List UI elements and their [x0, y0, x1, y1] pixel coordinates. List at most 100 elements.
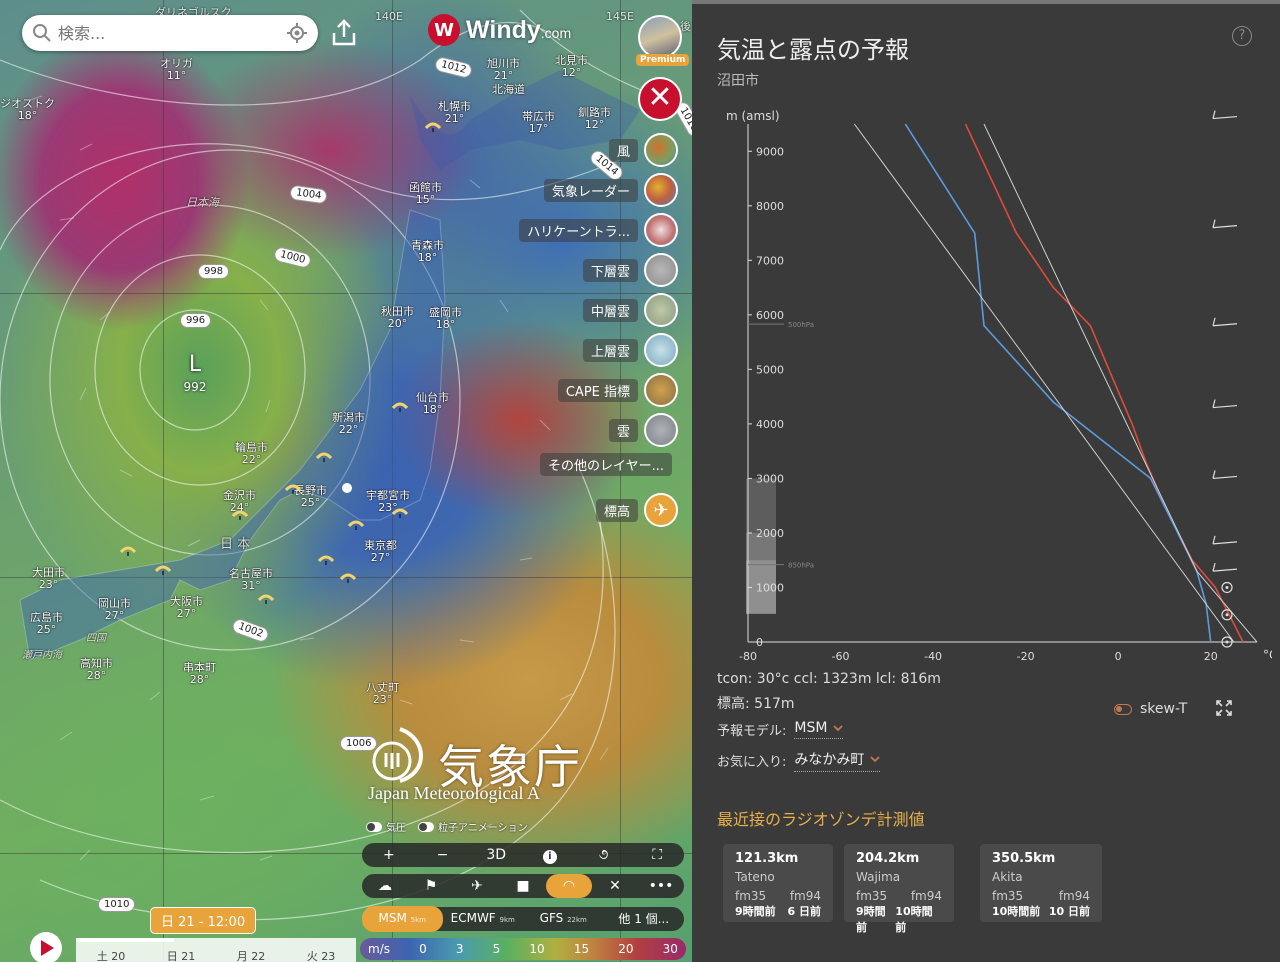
city-label[interactable]: 名古屋市 31° — [229, 568, 273, 592]
city-label[interactable]: 岡山市 27° — [98, 598, 131, 622]
timeline-day[interactable]: 火 23 — [286, 948, 356, 962]
layer-clouds[interactable]: 雲 — [608, 412, 678, 448]
paragliding-button[interactable]: ◠ — [546, 874, 592, 898]
search-input[interactable] — [58, 23, 286, 43]
timeline-day[interactable]: 日 21 — [146, 948, 216, 962]
radiosonde-card[interactable]: 350.5km Akita fm35 fm94 10時間前 10 日前 — [980, 844, 1102, 922]
pressure-toggle[interactable]: 気圧 — [366, 819, 406, 834]
city-label[interactable]: 盛岡市 18° — [429, 307, 462, 331]
layer-high-clouds[interactable]: 上層雲 — [582, 332, 678, 368]
layer-wind[interactable]: 風 — [608, 132, 678, 168]
city-label[interactable]: 大阪市 27° — [170, 596, 203, 620]
city-label[interactable]: 高知市 28° — [80, 658, 113, 682]
city-label[interactable]: 旭川市 21° — [487, 58, 520, 82]
hurricane-button[interactable]: ૭ — [577, 843, 631, 867]
more-button[interactable]: ••• — [638, 874, 684, 898]
paragliding-spot-icon[interactable] — [392, 508, 408, 518]
premium-badge: Premium — [636, 54, 690, 66]
paragliding-spot-icon[interactable] — [120, 546, 136, 556]
timeline-day[interactable]: 土 20 — [76, 948, 146, 962]
info-button[interactable]: i — [523, 843, 577, 867]
paragliding-spot-icon[interactable] — [340, 573, 356, 583]
skewt-toggle[interactable]: skew-T — [1114, 701, 1187, 717]
zoom-in-button[interactable]: + — [362, 843, 416, 867]
airport-button[interactable]: ✈ — [454, 874, 500, 898]
city-label[interactable]: ジオストク 18° — [0, 98, 55, 122]
model-msm[interactable]: MSM 5km — [362, 906, 443, 932]
region-label: 北海道 — [492, 83, 525, 96]
city-label[interactable]: 新潟市 22° — [332, 412, 365, 436]
selected-location-marker[interactable] — [342, 483, 352, 493]
model-gfs[interactable]: GFS 22km — [523, 906, 604, 932]
layer-low-clouds[interactable]: 下層雲 — [582, 252, 678, 288]
close-button[interactable]: ✕ — [638, 77, 682, 121]
city-label[interactable]: 串本町 28° — [183, 662, 216, 686]
paragliding-spot-icon[interactable] — [316, 452, 332, 462]
city-label[interactable]: 札幌市 21° — [438, 101, 471, 125]
city-label[interactable]: 東京都 27° — [364, 540, 397, 564]
paragliding-spot-icon[interactable] — [318, 555, 334, 565]
share-icon[interactable] — [330, 18, 358, 48]
search-bar[interactable] — [22, 15, 318, 51]
model-more[interactable]: 他 1 個... — [604, 907, 685, 931]
model-select[interactable]: MSM — [794, 720, 844, 739]
wind-speed-legend[interactable]: m/s 0 3 5 10 15 20 30 — [360, 938, 686, 960]
low-pressure-center[interactable]: L 992 — [178, 354, 212, 395]
weather-button[interactable]: ☁ — [362, 874, 408, 898]
layer-more[interactable]: その他のレイヤー... — [539, 446, 678, 482]
sounding-chart[interactable]: m (amsl) °C 0 1000 2000 3000 4000 5000 6000 7000 8… — [712, 104, 1272, 664]
paragliding-spot-icon[interactable] — [232, 510, 248, 520]
help-icon[interactable]: ? — [1232, 26, 1252, 46]
paragliding-spot-icon[interactable] — [155, 565, 171, 575]
zoom-out-button[interactable]: − — [416, 843, 470, 867]
toggle-switch — [366, 821, 382, 832]
play-button[interactable] — [30, 932, 62, 962]
region-label: 四国 — [86, 633, 106, 644]
clouds-layer-icon — [644, 413, 678, 447]
fullscreen-button[interactable]: ⛶ — [630, 843, 684, 867]
model-ecmwf[interactable]: ECMWF 9km — [443, 906, 524, 932]
city-label[interactable]: 輪島市 22° — [235, 442, 268, 466]
paragliding-spot-icon[interactable] — [425, 122, 441, 132]
city-label[interactable]: 青森市 18° — [411, 240, 444, 264]
paragliding-spot-icon[interactable] — [392, 402, 408, 412]
radar-layer-icon — [644, 173, 678, 207]
radiosonde-card[interactable]: 204.2km Wajima fm35 fm94 9時間前 10時間前 — [844, 844, 954, 934]
radiosonde-card[interactable]: 121.3km Tateno fm35 fm94 9時間前 6 日前 — [723, 844, 833, 922]
y-tick-label: 5000 — [756, 363, 784, 376]
layer-cape[interactable]: CAPE 指標 — [557, 372, 678, 408]
timeline[interactable]: 土 20 日 21 月 22 火 23 — [76, 938, 356, 962]
wind-barb — [1212, 562, 1238, 572]
layer-hurricane[interactable]: ハリケーントラ... — [519, 212, 678, 248]
geolocate-icon[interactable] — [286, 22, 308, 44]
particles-toggle[interactable]: 粒子アニメーション — [418, 819, 528, 834]
clear-button[interactable]: ✕ — [592, 874, 638, 898]
webcam-button[interactable]: ■ — [500, 874, 546, 898]
city-label[interactable]: 秋田市 20° — [381, 306, 414, 330]
city-label[interactable]: 八丈町 23° — [366, 682, 399, 706]
city-label[interactable]: 広島市 25° — [30, 612, 63, 636]
city-label[interactable]: 釧路市 12° — [578, 107, 611, 131]
paragliding-spot-icon[interactable] — [348, 520, 364, 530]
current-time-bubble: 日 21 - 12:00 — [150, 907, 257, 934]
favorite-select[interactable]: みなかみ町 — [794, 749, 881, 772]
x-axis-label: °C — [1263, 648, 1272, 662]
city-label[interactable]: 北見市 12° — [555, 55, 588, 79]
3d-button[interactable]: 3D — [469, 843, 523, 867]
layer-elevation[interactable]: 標高 ✈ — [595, 492, 678, 528]
city-label[interactable]: 帯広市 17° — [522, 111, 555, 135]
city-label[interactable]: 函館市 15° — [409, 182, 442, 206]
layer-radar[interactable]: 気象レーダー — [543, 172, 678, 208]
expand-icon[interactable] — [1216, 700, 1232, 716]
user-avatar[interactable] — [638, 15, 682, 59]
city-label[interactable]: 大田市 23° — [32, 567, 65, 591]
weather-map[interactable]: 140E 145E ダリネゴルスク 後 日本海 日 本 四国 瀬戸内海 L 99… — [0, 0, 692, 962]
paragliding-spot-icon[interactable] — [258, 594, 274, 604]
flag-button[interactable]: ⚑ — [408, 874, 454, 898]
city-label[interactable]: 仙台市 18° — [416, 392, 449, 416]
city-label[interactable]: オリガ 11° — [160, 58, 193, 82]
timeline-day[interactable]: 月 22 — [216, 948, 286, 962]
windy-logo[interactable]: W Windy.com — [428, 14, 571, 46]
paragliding-spot-icon[interactable] — [285, 484, 301, 494]
layer-mid-clouds[interactable]: 中層雲 — [582, 292, 678, 328]
